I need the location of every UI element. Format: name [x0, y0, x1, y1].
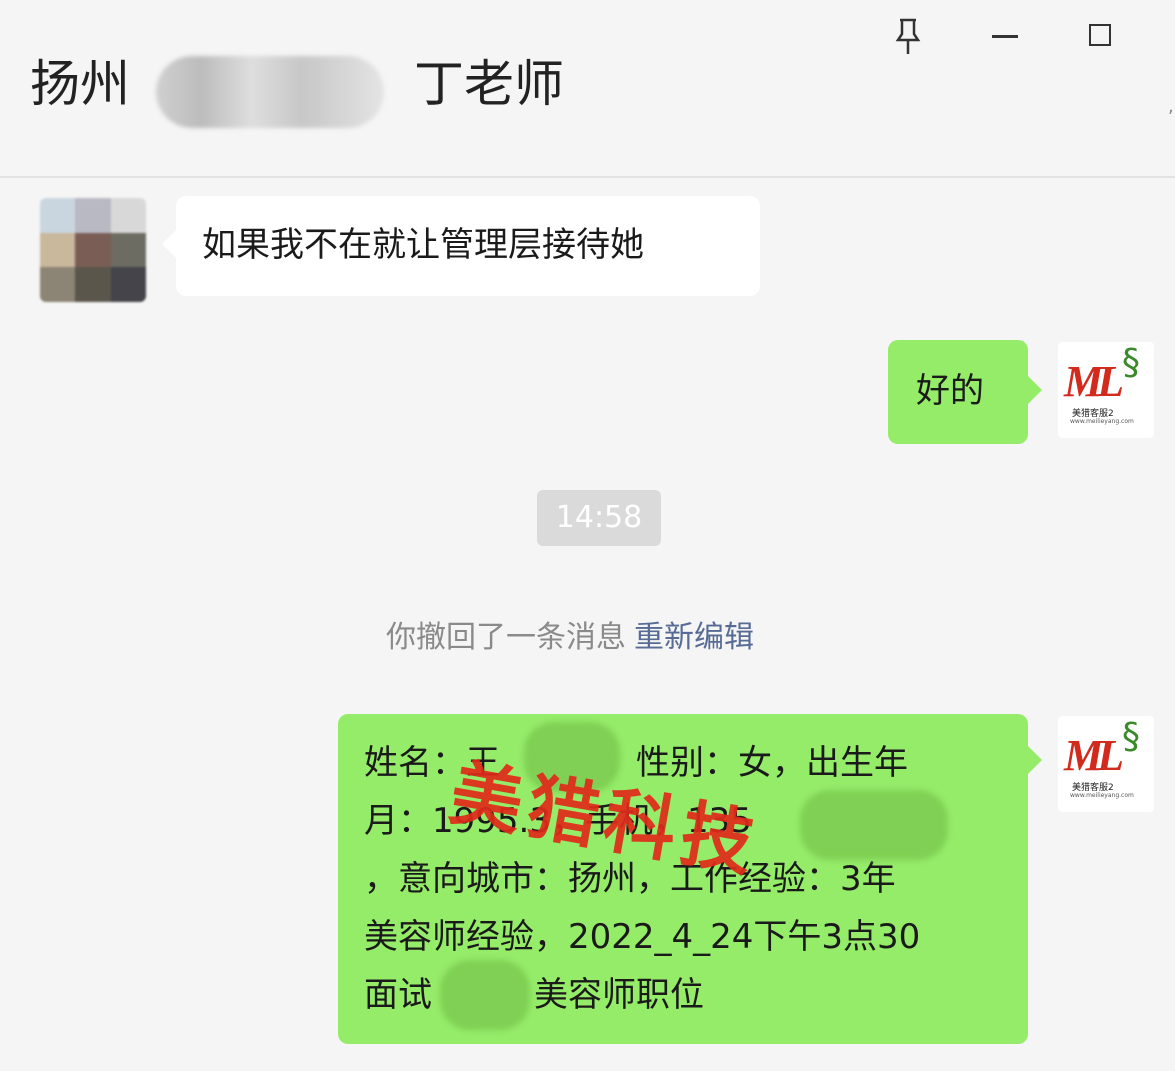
- my-avatar[interactable]: ML § 美猎客服2 www.meilieyang.com: [1058, 342, 1154, 438]
- contact-avatar[interactable]: [40, 198, 146, 302]
- redaction-blur: [800, 790, 948, 860]
- logo-mark: ML: [1064, 357, 1124, 406]
- redacted-title-segment: [156, 56, 384, 128]
- recall-text: 你撤回了一条消息: [386, 620, 626, 655]
- resume-line: 美容师经验，2022_4_24下午3点30: [364, 917, 921, 957]
- my-avatar[interactable]: ML § 美猎客服2 www.meilieyang.com: [1058, 716, 1154, 812]
- redaction-blur: [440, 960, 530, 1030]
- chat-title-suffix: 丁老师: [414, 55, 564, 113]
- pin-button[interactable]: [884, 14, 932, 58]
- chat-header: 扬州 丁老师 ,: [0, 0, 1175, 178]
- minimize-icon: [992, 35, 1018, 38]
- pin-icon: [895, 18, 921, 54]
- logo-subtext: www.meilieyang.com: [1070, 418, 1134, 425]
- recall-notice: 你撤回了一条消息 重新编辑: [386, 616, 754, 660]
- incoming-message-bubble[interactable]: 如果我不在就让管理层接待她: [162, 196, 760, 296]
- outgoing-message-text: 好的: [916, 371, 984, 411]
- maximize-icon: [1089, 24, 1111, 46]
- outgoing-message-bubble[interactable]: 好的: [888, 340, 1042, 444]
- logo-mark: ML: [1064, 731, 1124, 780]
- maximize-button[interactable]: [1076, 14, 1124, 58]
- chat-title-prefix: 扬州: [30, 55, 130, 113]
- minimize-button[interactable]: [980, 14, 1028, 58]
- timestamp-badge: 14:58: [537, 490, 661, 546]
- logo-swirl-icon: §: [1122, 716, 1140, 757]
- logo-swirl-icon: §: [1122, 342, 1140, 383]
- logo-subtext: www.meilieyang.com: [1070, 792, 1134, 799]
- incoming-message-text: 如果我不在就让管理层接待她: [202, 225, 644, 265]
- close-button-edge[interactable]: ,: [1168, 96, 1174, 117]
- re-edit-link[interactable]: 重新编辑: [634, 620, 754, 655]
